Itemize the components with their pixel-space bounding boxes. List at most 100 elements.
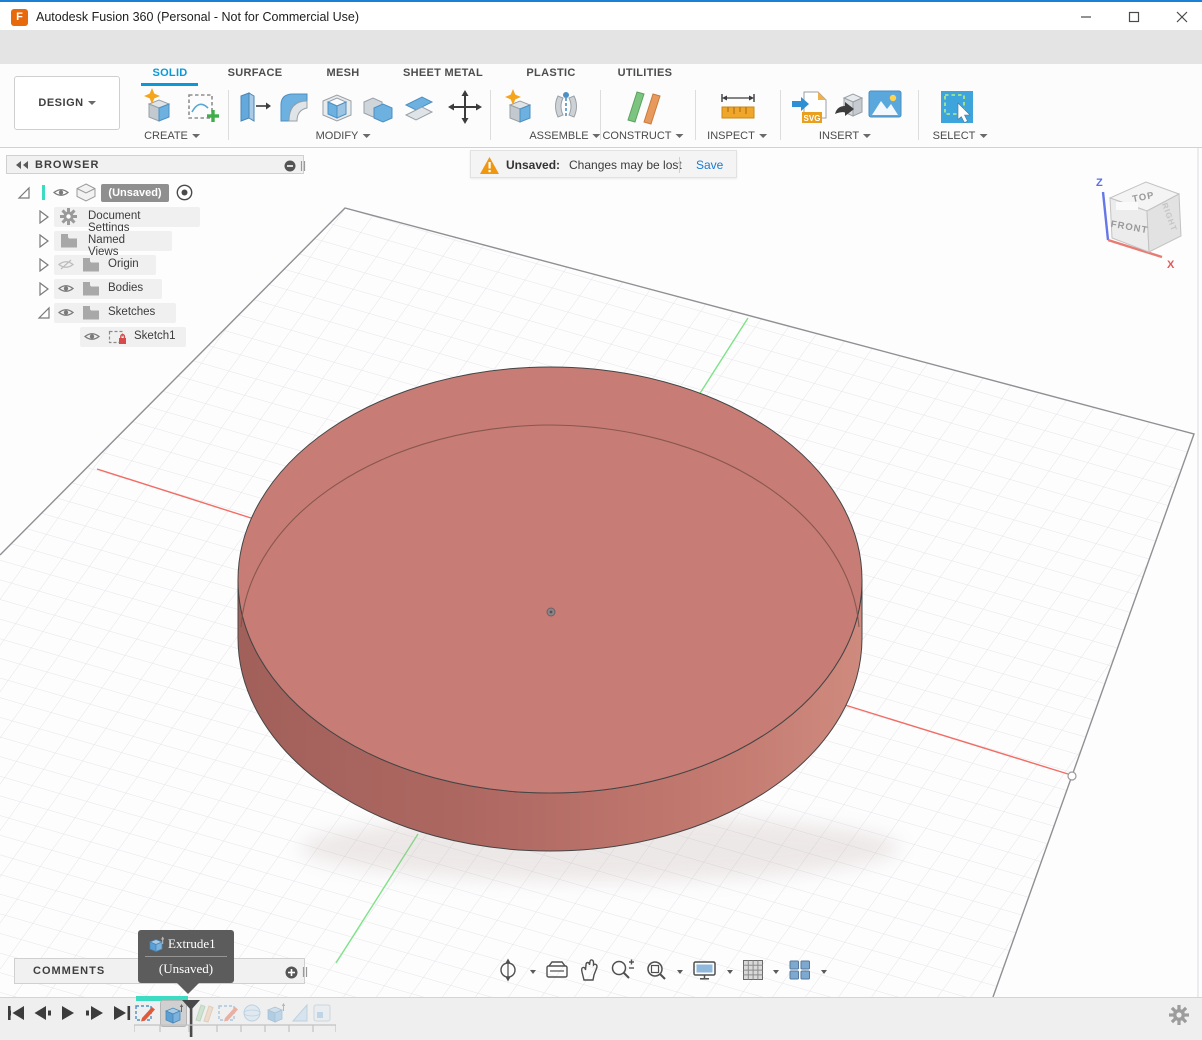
tree-item-label[interactable]: Bodies xyxy=(108,282,143,294)
chevron-down-icon[interactable] xyxy=(821,970,827,974)
visibility-eye-icon[interactable] xyxy=(58,306,74,319)
joint-button[interactable] xyxy=(546,88,586,128)
combine-button[interactable] xyxy=(359,88,397,128)
title-bar: F Autodesk Fusion 360 (Personal - Not fo… xyxy=(0,0,1202,30)
viewports-button[interactable] xyxy=(788,959,812,986)
timeline-playback-controls xyxy=(8,1004,132,1022)
display-settings-button[interactable] xyxy=(692,958,718,987)
tab-mesh[interactable]: MESH xyxy=(327,67,360,79)
app-window: F Autodesk Fusion 360 (Personal - Not fo… xyxy=(0,0,1202,1040)
warning-message: Changes may be lost xyxy=(569,158,682,172)
save-link[interactable]: Save xyxy=(696,158,723,172)
new-component-button[interactable] xyxy=(500,88,540,128)
browser-header[interactable]: BROWSER xyxy=(6,155,304,174)
timeline-feature-extrude[interactable] xyxy=(265,1002,287,1024)
press-pull-button[interactable] xyxy=(233,88,271,128)
collapsed-arrow-icon[interactable] xyxy=(38,258,50,272)
chevron-down-icon[interactable] xyxy=(677,970,683,974)
folder-icon xyxy=(82,305,100,320)
visibility-off-eye-icon[interactable] xyxy=(58,258,74,271)
view-cube[interactable]: Z X TOP FRONT RIGHT xyxy=(1080,160,1200,280)
expanded-arrow-icon[interactable] xyxy=(17,186,31,200)
extruded-cylinder-body[interactable] xyxy=(238,367,862,851)
play-button[interactable] xyxy=(62,1006,74,1020)
collapsed-arrow-icon[interactable] xyxy=(38,282,50,296)
minimize-button[interactable] xyxy=(1063,2,1109,32)
visibility-eye-icon[interactable] xyxy=(58,282,74,295)
timeline-feature-box[interactable] xyxy=(311,1002,333,1024)
tree-item-label[interactable]: Sketch1 xyxy=(134,330,176,342)
move-copy-button[interactable] xyxy=(446,88,484,128)
tab-plastic[interactable]: PLASTIC xyxy=(526,67,575,79)
pan-button[interactable] xyxy=(578,958,600,987)
timeline-feature-sphere[interactable] xyxy=(241,1002,263,1024)
chevron-down-icon[interactable] xyxy=(727,970,733,974)
look-at-button[interactable] xyxy=(545,959,569,986)
chevron-down-icon[interactable] xyxy=(773,970,779,974)
folder-icon xyxy=(82,257,100,272)
measure-button[interactable] xyxy=(718,88,758,128)
group-inspect[interactable]: INSPECT xyxy=(707,130,767,142)
group-create[interactable]: CREATE xyxy=(144,130,200,142)
navigation-bar xyxy=(497,956,827,988)
activate-radio-icon[interactable] xyxy=(176,184,193,201)
tree-item-label[interactable]: Sketches xyxy=(108,306,155,318)
window-title: Autodesk Fusion 360 (Personal - Not for … xyxy=(36,10,359,24)
tab-sheet-metal[interactable]: SHEET METAL xyxy=(403,67,483,79)
offset-face-button[interactable] xyxy=(400,88,438,128)
group-modify[interactable]: MODIFY xyxy=(316,130,371,142)
insert-derive-button[interactable] xyxy=(832,88,868,128)
active-tab-indicator xyxy=(141,83,198,86)
remove-panel-icon[interactable] xyxy=(284,160,296,172)
orbit-button[interactable] xyxy=(497,958,521,987)
viewport-canvas[interactable]: Z X TOP FRONT RIGHT Unsaved: Changes may… xyxy=(0,148,1202,997)
group-insert[interactable]: INSERT xyxy=(819,130,871,142)
expanded-arrow-icon[interactable] xyxy=(37,306,51,320)
fillet-button[interactable] xyxy=(275,88,313,128)
x-axis-endpoint xyxy=(1068,772,1076,780)
chevron-down-icon xyxy=(979,134,987,138)
tree-item-label[interactable]: Origin xyxy=(108,258,139,270)
timeline-feature-sketch1[interactable] xyxy=(134,1002,156,1024)
maximize-button[interactable] xyxy=(1111,2,1157,32)
close-button[interactable] xyxy=(1159,2,1202,32)
create-solid-button[interactable] xyxy=(140,88,178,128)
insert-canvas-button[interactable] xyxy=(868,90,902,120)
go-to-end-button[interactable] xyxy=(114,1006,130,1020)
group-assemble[interactable]: ASSEMBLE xyxy=(529,130,600,142)
timeline-feature-plane[interactable] xyxy=(193,1002,215,1024)
tab-utilities[interactable]: UTILITIES xyxy=(618,67,673,79)
shell-button[interactable] xyxy=(318,88,356,128)
add-comment-icon[interactable] xyxy=(285,966,298,979)
step-back-button[interactable] xyxy=(35,1006,52,1020)
root-document-label[interactable]: (Unsaved) xyxy=(101,184,169,202)
visibility-eye-icon[interactable] xyxy=(84,330,100,343)
collapsed-arrow-icon[interactable] xyxy=(38,234,50,248)
panel-grip-icon[interactable] xyxy=(302,966,308,978)
construct-plane-button[interactable] xyxy=(622,88,666,132)
collapsed-arrow-icon[interactable] xyxy=(38,210,50,224)
folder-icon xyxy=(60,233,78,248)
tab-surface[interactable]: SURFACE xyxy=(228,67,283,79)
insert-svg-button[interactable]: SVG xyxy=(790,88,830,130)
grid-snap-button[interactable] xyxy=(742,959,764,986)
create-sketch-button[interactable] xyxy=(184,88,222,128)
workspace-selector[interactable]: DESIGN xyxy=(14,76,120,130)
timeline-feature-sketch[interactable] xyxy=(217,1002,239,1024)
divider xyxy=(695,90,696,140)
panel-grip-icon[interactable] xyxy=(300,160,306,172)
group-construct[interactable]: CONSTRUCT xyxy=(602,130,683,142)
fit-button[interactable] xyxy=(644,958,668,987)
timeline-feature-revolve[interactable] xyxy=(289,1002,311,1024)
visibility-eye-icon[interactable] xyxy=(53,186,69,199)
zoom-button[interactable] xyxy=(609,958,635,987)
tab-solid[interactable]: SOLID xyxy=(152,67,187,79)
timeline-settings-button[interactable] xyxy=(1169,1005,1189,1025)
warning-icon xyxy=(480,157,499,174)
chevron-down-icon[interactable] xyxy=(530,970,536,974)
ribbon: DESIGN SOLID SURFACE MESH SHEET METAL PL… xyxy=(0,64,1202,148)
group-select[interactable]: SELECT xyxy=(933,130,988,142)
component-cube-icon xyxy=(76,183,96,202)
select-button[interactable] xyxy=(938,88,980,130)
cylinder-top-face[interactable] xyxy=(238,367,862,793)
